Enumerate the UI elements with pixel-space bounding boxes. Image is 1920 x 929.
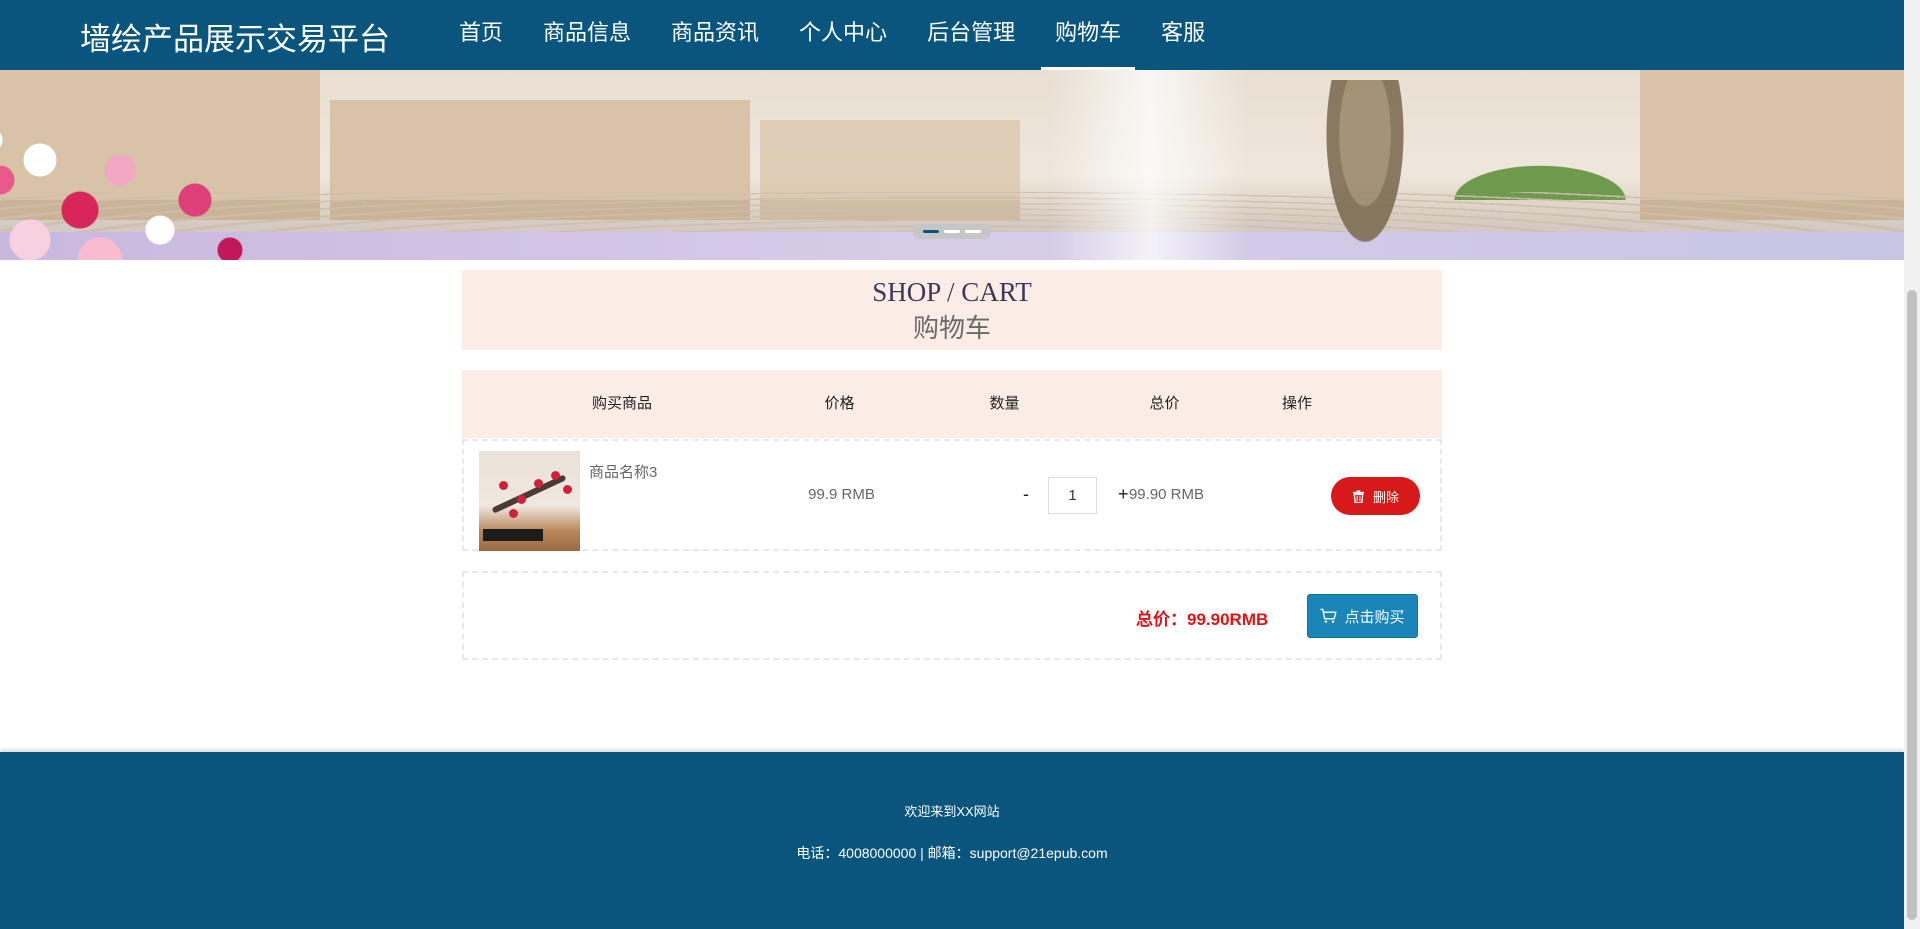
cart-total-row: 总价：99.90RMB 点击购买 xyxy=(462,571,1442,660)
page-title-en: SHOP / CART xyxy=(872,277,1032,307)
carousel-dot-2[interactable] xyxy=(944,230,960,233)
cart-icon xyxy=(1320,608,1338,623)
page-title-cn: 购物车 xyxy=(912,314,991,344)
column-header-product: 购买商品 xyxy=(591,395,652,412)
thumbnail-blossom xyxy=(509,509,518,518)
carousel-dot-1[interactable] xyxy=(923,230,939,233)
nav-item-news[interactable]: 商品资讯 xyxy=(657,0,773,70)
trash-icon xyxy=(1352,489,1365,503)
nav-item-support[interactable]: 客服 xyxy=(1147,0,1219,70)
banner-flowers xyxy=(0,100,290,260)
thumbnail-blossom xyxy=(563,485,572,494)
nav-item-home[interactable]: 首页 xyxy=(445,0,517,70)
product-thumbnail[interactable] xyxy=(479,451,580,551)
checkout-button[interactable]: 点击购买 xyxy=(1307,594,1418,638)
delete-button-label: 删除 xyxy=(1372,489,1399,505)
carousel-indicators xyxy=(913,224,991,239)
nav-item-profile[interactable]: 个人中心 xyxy=(785,0,901,70)
site-logo-title[interactable]: 墙绘产品展示交易平台 xyxy=(80,14,390,59)
banner-mist xyxy=(1050,70,1250,260)
banner-statue xyxy=(1320,80,1410,260)
checkout-button-label: 点击购买 xyxy=(1344,608,1405,626)
column-header-price: 价格 xyxy=(824,395,855,412)
column-header-quantity: 数量 xyxy=(989,395,1020,412)
cart-item-row: 商品名称3 99.9 RMB - + 99.90 RMB 删除 xyxy=(462,439,1442,551)
footer-contact-info: 电话：4008000000 | 邮箱：support@21epub.com xyxy=(796,845,1108,861)
column-header-actions: 操作 xyxy=(1281,395,1312,412)
thumbnail-blossom xyxy=(499,481,508,490)
scrollbar-thumb[interactable] xyxy=(1907,290,1917,920)
main-nav: 首页 商品信息 商品资讯 个人中心 后台管理 购物车 客服 xyxy=(445,0,1231,70)
carousel-dot-3[interactable] xyxy=(965,230,981,233)
nav-item-admin[interactable]: 后台管理 xyxy=(913,0,1029,70)
thumbnail-blossom xyxy=(517,495,526,504)
nav-item-cart[interactable]: 购物车 xyxy=(1041,0,1136,70)
page-scrollbar[interactable] xyxy=(1904,0,1920,929)
page-title-box: SHOP / CART 购物车 xyxy=(462,270,1442,350)
delete-item-button[interactable]: 删除 xyxy=(1331,477,1420,515)
site-footer: 欢迎来到XX网站 电话：4008000000 | 邮箱：support@21ep… xyxy=(0,752,1904,929)
thumbnail-sign xyxy=(483,529,543,541)
top-nav-bar: 墙绘产品展示交易平台 首页 商品信息 商品资讯 个人中心 后台管理 购物车 客服 xyxy=(0,0,1904,70)
product-subtotal: 99.90 RMB xyxy=(1128,486,1205,503)
thumbnail-blossom xyxy=(551,471,560,480)
product-name[interactable]: 商品名称3 xyxy=(589,461,657,482)
product-price: 99.9 RMB xyxy=(808,486,875,503)
quantity-decrease-button[interactable]: - xyxy=(1023,484,1029,504)
nav-item-products[interactable]: 商品信息 xyxy=(529,0,645,70)
quantity-input[interactable] xyxy=(1048,477,1097,514)
column-header-subtotal: 总价 xyxy=(1149,395,1180,412)
footer-welcome-text: 欢迎来到XX网站 xyxy=(904,804,1000,819)
cart-total-price: 总价：99.90RMB xyxy=(1136,610,1269,629)
cart-table-header: 购买商品 价格 数量 总价 操作 xyxy=(462,370,1442,438)
thumbnail-blossom xyxy=(534,479,543,488)
